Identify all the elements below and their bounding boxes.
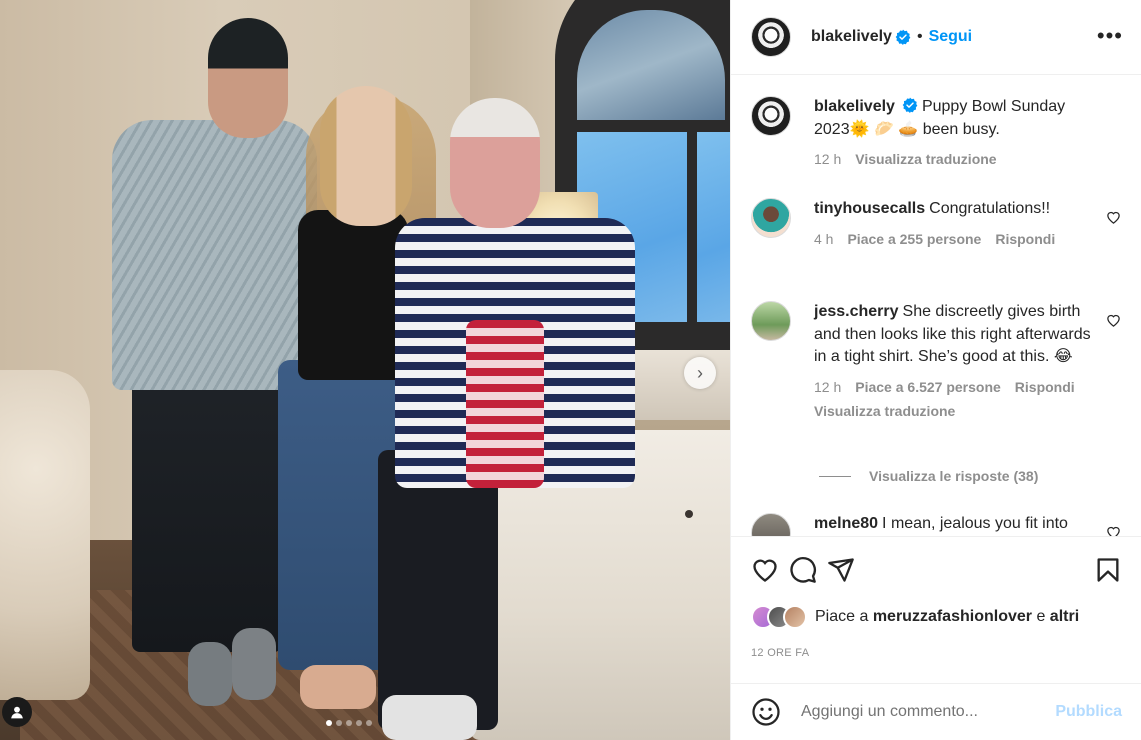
comment-like-heart-icon[interactable]: [1106, 525, 1121, 536]
post-actions: Piace a meruzzafashionlover e altri 12 O…: [731, 536, 1141, 659]
follow-button[interactable]: Segui: [929, 28, 973, 46]
person-left-shirt: [112, 120, 317, 390]
verified-icon: [902, 97, 918, 113]
carousel-dots: [326, 720, 372, 726]
person-middle-head: [320, 86, 412, 226]
post-timestamp: 12 ORE FA: [751, 647, 810, 659]
comment-like-heart-icon[interactable]: [1106, 210, 1121, 225]
caption-time: 12 h: [814, 151, 842, 167]
translate-link[interactable]: Visualizza traduzione: [855, 151, 996, 167]
separator-dot: •: [916, 28, 923, 45]
comment-translate-row: Visualizza traduzione: [814, 400, 1104, 423]
caption-meta: 12 h Visualizza traduzione: [814, 148, 1104, 171]
carousel-dot: [326, 720, 332, 726]
bookmark-icon[interactable]: [1094, 556, 1122, 584]
carousel-dot: [346, 720, 352, 726]
comment-meta: 12 h Piace a 6.527 persone Rispondi: [814, 376, 1104, 399]
share-icon[interactable]: [827, 556, 855, 584]
comment-likes[interactable]: Piace a 255 persone: [847, 231, 981, 247]
person-left-pants: [132, 372, 282, 652]
translate-link[interactable]: Visualizza traduzione: [814, 403, 955, 419]
comment-input[interactable]: [801, 703, 1056, 721]
replies-line: [819, 475, 851, 477]
commenter-avatar[interactable]: [751, 301, 791, 341]
likes-prefix: Piace a: [815, 608, 869, 625]
publish-button[interactable]: Pubblica: [1055, 703, 1122, 721]
author-avatar[interactable]: [751, 17, 791, 57]
likes-joiner: e: [1036, 608, 1046, 625]
person-left-shoe: [188, 642, 232, 706]
liker-avatar: [783, 605, 807, 629]
comment-text: Congratulations!!: [929, 200, 1051, 217]
commenter-avatar[interactable]: [751, 198, 791, 238]
carousel-dot: [336, 720, 342, 726]
reply-button[interactable]: Rispondi: [1015, 379, 1075, 395]
person-right-head: [450, 98, 540, 228]
carousel-dot: [356, 720, 362, 726]
photo-armchair: [0, 370, 90, 700]
chevron-right-icon: ›: [697, 362, 703, 383]
likes-summary[interactable]: Piace a meruzzafashionlover e altri: [751, 605, 1122, 629]
person-middle-top: [298, 210, 408, 380]
likes-others[interactable]: altri: [1050, 608, 1079, 626]
next-slide-button[interactable]: ›: [684, 357, 716, 389]
post-photo[interactable]: ›: [0, 0, 730, 740]
comment-time: 4 h: [814, 230, 834, 247]
post-sidebar: blakelively • Segui ••• blakelively Puppy…: [730, 0, 1141, 740]
commenter-username[interactable]: tinyhousecalls: [814, 200, 925, 217]
comment-text: I mean, jealous you fit into: [882, 515, 1068, 532]
emoji-icon[interactable]: [751, 697, 781, 727]
person-right-pants: [378, 450, 498, 730]
comment-icon[interactable]: [789, 556, 817, 584]
post-header: blakelively • Segui •••: [731, 0, 1141, 75]
person-right-shoes: [382, 695, 477, 740]
view-replies-button[interactable]: Visualizza le risposte (38): [819, 468, 1038, 484]
person-left-head: [208, 18, 288, 138]
verified-icon: [895, 29, 911, 45]
person-left-shoe: [232, 628, 276, 700]
person-right-red-stripes: [466, 320, 544, 488]
liker-avatars: [751, 605, 807, 629]
comment-like-heart-icon[interactable]: [1106, 313, 1121, 328]
view-replies-label: Visualizza le risposte (38): [869, 468, 1039, 484]
author-avatar[interactable]: [751, 96, 791, 136]
add-comment-bar: Pubblica: [731, 683, 1141, 740]
comments-list[interactable]: blakelively Puppy Bowl Sunday 2023🌞 🥟 🥧 b…: [731, 76, 1141, 536]
author-username[interactable]: blakelively: [811, 28, 892, 46]
user-tag-icon: [11, 706, 23, 719]
commenter-username[interactable]: jess.cherry: [814, 303, 899, 320]
likes-user[interactable]: meruzzafashionlover: [873, 608, 1032, 626]
reply-button[interactable]: Rispondi: [995, 231, 1055, 247]
person-middle-feet: [300, 665, 376, 709]
caption-username[interactable]: blakelively: [814, 98, 895, 115]
commenter-avatar[interactable]: [751, 513, 791, 536]
comment-meta: 4 h Piace a 255 persone Rispondi: [814, 228, 1104, 251]
commenter-username[interactable]: melne80: [814, 515, 878, 532]
heart-icon[interactable]: [751, 556, 779, 584]
carousel-dot: [366, 720, 372, 726]
user-tags-button[interactable]: [2, 697, 32, 727]
comment-likes[interactable]: Piace a 6.527 persone: [855, 379, 1001, 395]
comment-time: 12 h: [814, 378, 842, 395]
more-options-button[interactable]: •••: [1097, 25, 1123, 47]
